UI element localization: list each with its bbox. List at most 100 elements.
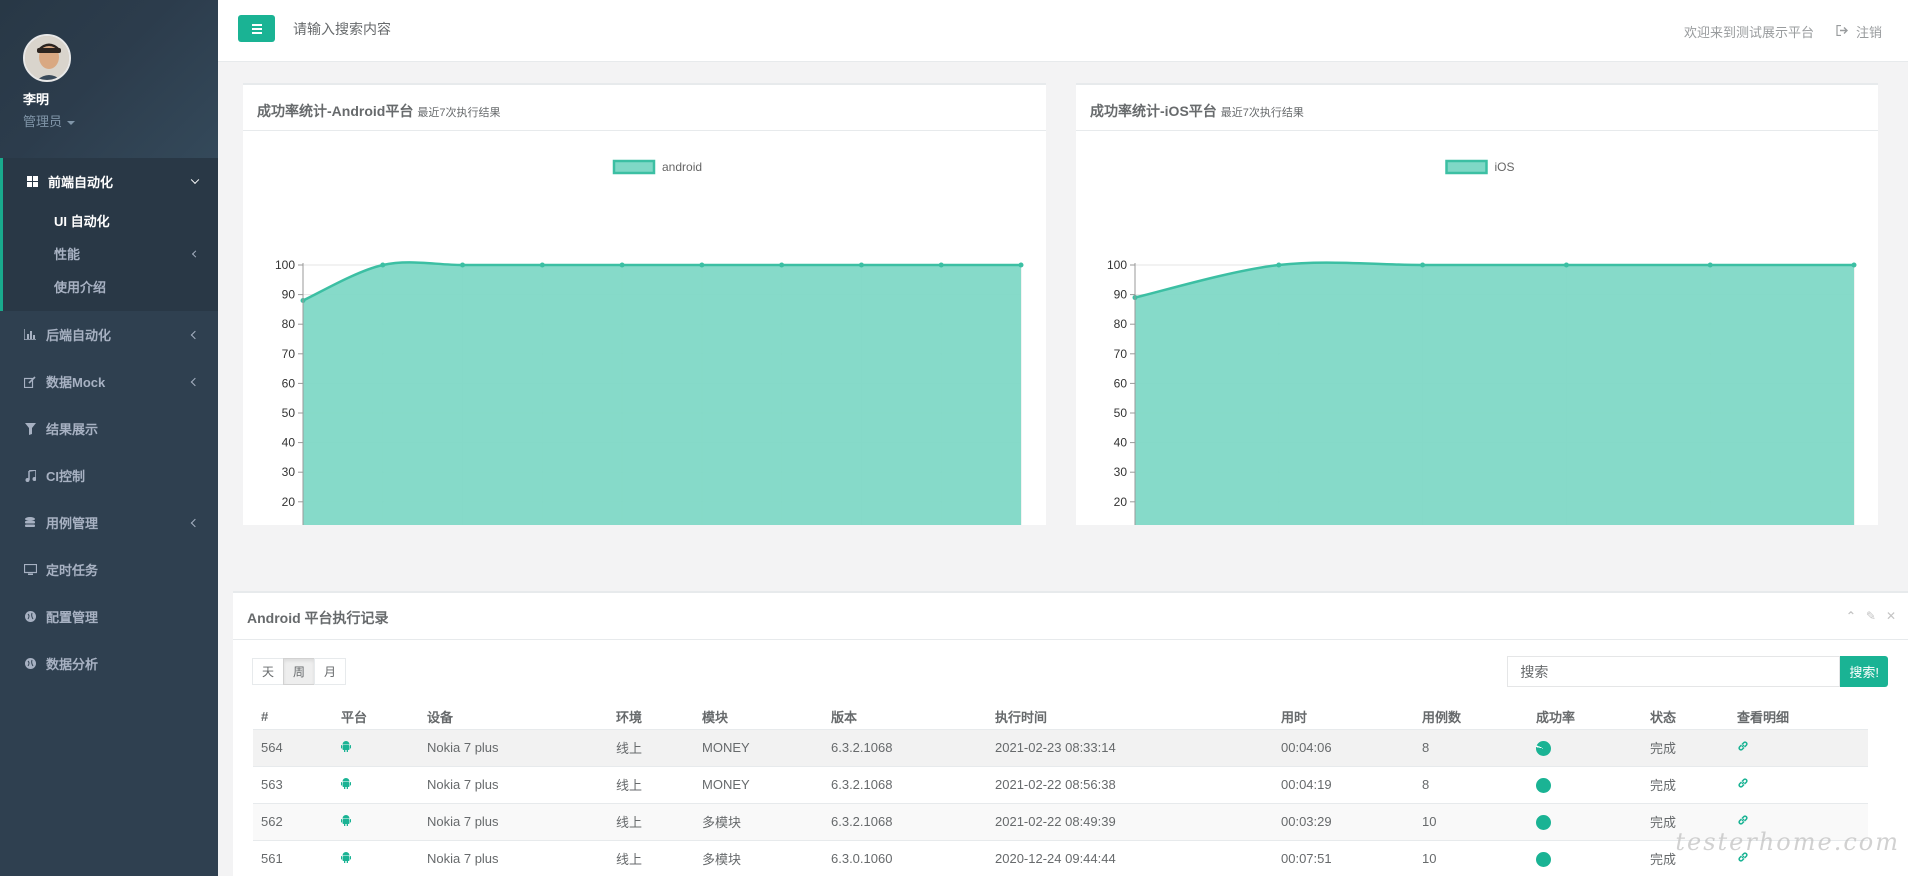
- sidebar-item-label: 结果展示: [46, 422, 99, 437]
- globe-icon: [22, 611, 38, 622]
- cell-success-rate: [1528, 802, 1642, 840]
- wrench-icon[interactable]: ✎: [1866, 609, 1876, 623]
- android-icon: [341, 852, 351, 866]
- column-header[interactable]: 用例数: [1414, 705, 1528, 730]
- collapse-icon[interactable]: ⌃: [1846, 609, 1856, 623]
- top-navbar: 欢迎来到测试展示平台 注销: [218, 0, 1908, 62]
- cell-device: Nokia 7 plus: [419, 839, 608, 876]
- table-row[interactable]: 563 Nokia 7 plus 线上 MONEY 6.3.2.1068 2021-02-…: [253, 765, 1868, 803]
- avatar[interactable]: [23, 34, 71, 82]
- close-icon[interactable]: ✕: [1886, 609, 1896, 623]
- y-tick-label: 30: [282, 465, 296, 479]
- sidebar-item-frontend[interactable]: 前端自动化: [3, 158, 218, 204]
- cell-id: 564: [253, 728, 333, 766]
- user-name: 李明: [23, 92, 50, 107]
- column-header[interactable]: 模块: [694, 705, 823, 730]
- records-title-text: Android 平台执行记录: [247, 610, 389, 626]
- data-point: [938, 262, 944, 268]
- table-row[interactable]: 562 Nokia 7 plus 线上 多模块 6.3.2.1068 2021-02-22…: [253, 802, 1868, 840]
- welcome-message: 欢迎来到测试展示平台: [1683, 25, 1814, 40]
- records-table: # 平台 设备 环境 模块 版本 执行时间 用时 用例数 成功率 状态 查看明细…: [253, 705, 1868, 876]
- bar-chart-icon: [22, 329, 38, 340]
- y-tick-label: 100: [1107, 258, 1127, 272]
- series-area: [303, 262, 1021, 525]
- sidebar-item-ci-control[interactable]: CI控制: [0, 452, 218, 499]
- sidebar-subitem-label: 使用介绍: [54, 280, 107, 295]
- data-point: [699, 262, 705, 268]
- ios-success-rate-chart: 0102030405060708090100012345iOS: [1107, 159, 1857, 525]
- search-button[interactable]: 搜索!: [1840, 656, 1888, 687]
- menu-toggle-button[interactable]: [238, 15, 275, 42]
- records-search: 搜索!: [1507, 656, 1888, 687]
- cell-version: 6.3.2.1068: [823, 765, 987, 803]
- sidebar-item-results[interactable]: 结果展示: [0, 405, 218, 452]
- sidebar-subitem-label: UI 自动化: [54, 214, 110, 229]
- chart-subtitle: 最近7次执行结果: [417, 107, 501, 119]
- column-header[interactable]: 平台: [333, 705, 419, 730]
- link-icon[interactable]: [1737, 777, 1749, 792]
- data-point: [1276, 262, 1282, 268]
- y-tick-label: 20: [282, 495, 296, 509]
- legend-swatch: [612, 159, 656, 175]
- sidebar-subitem-ui-automation[interactable]: UI 自动化: [3, 204, 218, 237]
- android-chart-panel: 成功率统计-Android平台最近7次执行结果 0102030405060708…: [243, 83, 1046, 525]
- cell-device: Nokia 7 plus: [419, 765, 608, 803]
- range-toggle-group: 天 周 月: [252, 658, 347, 685]
- column-header[interactable]: 查看明细: [1729, 705, 1868, 730]
- column-header[interactable]: 设备: [419, 705, 608, 730]
- data-point: [1563, 262, 1569, 268]
- sidebar-item-label: 数据Mock: [46, 375, 106, 390]
- cell-version: 6.3.2.1068: [823, 802, 987, 840]
- column-header[interactable]: 状态: [1642, 705, 1729, 730]
- sidebar-subitem-performance[interactable]: 性能: [3, 237, 218, 270]
- chart-title: 成功率统计-iOS平台: [1090, 103, 1217, 119]
- sidebar-subitem-usage-guide[interactable]: 使用介绍: [3, 270, 218, 303]
- sidebar-item-backend[interactable]: 后端自动化: [0, 311, 218, 358]
- sidebar-item-scheduled-tasks[interactable]: 定时任务: [0, 546, 218, 593]
- user-role-dropdown[interactable]: 管理员: [23, 111, 218, 130]
- cell-device: Nokia 7 plus: [419, 728, 608, 766]
- cell-time: 2021-02-23 08:33:14: [987, 728, 1273, 766]
- column-header[interactable]: #: [253, 705, 333, 730]
- top-search-input[interactable]: [293, 21, 593, 37]
- legend-label: android: [662, 160, 702, 174]
- panel-tools: ⌃ ✎ ✕: [1846, 609, 1896, 623]
- cell-platform: [333, 839, 419, 876]
- y-tick-label: 80: [282, 317, 296, 331]
- column-header[interactable]: 成功率: [1528, 705, 1642, 730]
- sidebar-item-config-management[interactable]: 配置管理: [0, 593, 218, 640]
- y-tick-label: 10: [1114, 524, 1128, 525]
- sidebar-item-data-mock[interactable]: 数据Mock: [0, 358, 218, 405]
- cell-env: 线上: [608, 765, 694, 803]
- cell-platform: [333, 765, 419, 803]
- table-row[interactable]: 561 Nokia 7 plus 线上 多模块 6.3.0.1060 2020-12-24…: [253, 839, 1868, 876]
- link-icon[interactable]: [1737, 740, 1749, 755]
- sidebar-item-data-analysis[interactable]: 数据分析: [0, 640, 218, 687]
- column-header[interactable]: 执行时间: [987, 705, 1273, 730]
- records-search-input[interactable]: [1507, 656, 1841, 687]
- cell-module: MONEY: [694, 765, 823, 803]
- y-tick-label: 50: [282, 406, 296, 420]
- profile-header: 李明 管理员: [0, 0, 218, 158]
- y-tick-label: 60: [1114, 376, 1128, 390]
- logout-label: 注销: [1855, 25, 1882, 40]
- logout-link[interactable]: 注销: [1836, 22, 1882, 41]
- cell-status: 完成: [1642, 728, 1729, 766]
- data-point: [1420, 262, 1426, 268]
- column-header[interactable]: 用时: [1273, 705, 1414, 730]
- ios-chart-panel: 成功率统计-iOS平台最近7次执行结果 01020304050607080901…: [1076, 83, 1878, 525]
- range-month-button[interactable]: 月: [314, 658, 347, 685]
- watermark: testerhome.com: [1675, 828, 1900, 856]
- cell-env: 线上: [608, 728, 694, 766]
- data-point: [539, 262, 545, 268]
- sidebar-item-case-management[interactable]: 用例管理: [0, 499, 218, 546]
- range-week-button[interactable]: 周: [283, 658, 316, 685]
- column-header[interactable]: 环境: [608, 705, 694, 730]
- column-header[interactable]: 版本: [823, 705, 987, 730]
- table-row[interactable]: 564 Nokia 7 plus 线上 MONEY 6.3.2.1068 2021-02-…: [253, 728, 1868, 766]
- range-day-button[interactable]: 天: [252, 658, 285, 685]
- link-icon[interactable]: [1737, 814, 1749, 829]
- nav-group-frontend: 前端自动化 UI 自动化 性能 使用介绍: [0, 158, 218, 311]
- chevron-left-icon: [190, 518, 200, 527]
- cell-time: 2021-02-22 08:56:38: [987, 765, 1273, 803]
